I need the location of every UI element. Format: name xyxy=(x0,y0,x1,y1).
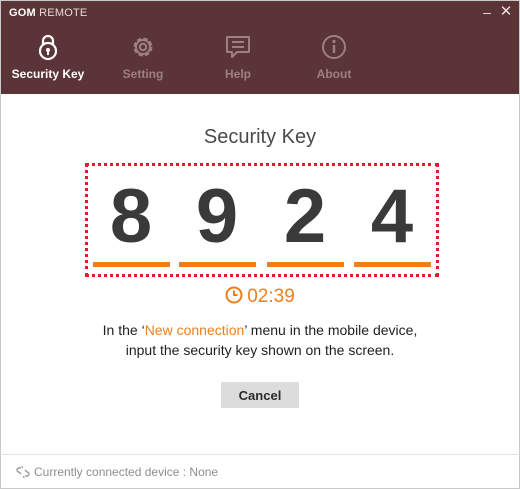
instruction-after: ’ menu in the mobile device, xyxy=(244,322,418,338)
connection-status: Currently connected device : None xyxy=(16,465,218,479)
clock-icon xyxy=(225,286,243,304)
tab-label: About xyxy=(316,67,352,81)
new-connection-highlight: New connection xyxy=(144,322,245,338)
key-digit: 9 xyxy=(195,174,239,259)
key-digit: 4 xyxy=(370,174,414,259)
tab-label: Security Key xyxy=(11,67,85,81)
instruction-line-1: In the ‘New connection’ menu in the mobi… xyxy=(1,320,519,340)
app-title: GOM REMOTE xyxy=(9,7,87,19)
tab-setting[interactable]: Setting xyxy=(96,29,190,93)
lock-icon xyxy=(38,34,58,61)
instruction-text: In the ‘New connection’ menu in the mobi… xyxy=(1,320,519,360)
instruction-line-2: input the security key shown on the scre… xyxy=(125,342,395,358)
tab-label: Setting xyxy=(122,67,164,81)
key-digit: 2 xyxy=(283,174,327,259)
connected-device-text: Currently connected device : None xyxy=(34,465,219,479)
close-button[interactable]: ✕ xyxy=(498,4,514,20)
cancel-button[interactable]: Cancel xyxy=(221,382,299,408)
key-digit: 8 xyxy=(109,174,153,259)
digit-underline xyxy=(267,262,344,267)
countdown-timer: 02:39 xyxy=(1,286,519,308)
security-key-box: 8 9 2 4 xyxy=(85,163,439,277)
minimize-button[interactable]: – xyxy=(479,4,495,20)
gom-remote-window: GOM REMOTE – ✕ Security Key Setting Help… xyxy=(0,0,520,489)
tab-help[interactable]: Help xyxy=(191,29,285,93)
help-chat-icon xyxy=(226,36,250,58)
page-title: Security Key xyxy=(203,126,317,148)
tab-about[interactable]: About xyxy=(287,29,381,93)
app-header: GOM REMOTE – ✕ Security Key Setting Help… xyxy=(1,1,519,94)
broken-link-icon xyxy=(16,465,30,479)
timer-value: 02:39 xyxy=(247,286,295,307)
info-icon xyxy=(322,35,346,59)
tab-label: Help xyxy=(224,67,251,81)
app-title-light: REMOTE xyxy=(39,7,88,19)
tab-security-key[interactable]: Security Key xyxy=(1,29,95,93)
digit-underline xyxy=(93,262,170,267)
gear-icon xyxy=(133,37,153,57)
digit-underline xyxy=(354,262,431,267)
app-title-bold: GOM xyxy=(9,7,36,19)
instruction-before: In the ‘ xyxy=(102,322,145,338)
footer-divider xyxy=(2,454,518,455)
digit-underline xyxy=(179,262,256,267)
